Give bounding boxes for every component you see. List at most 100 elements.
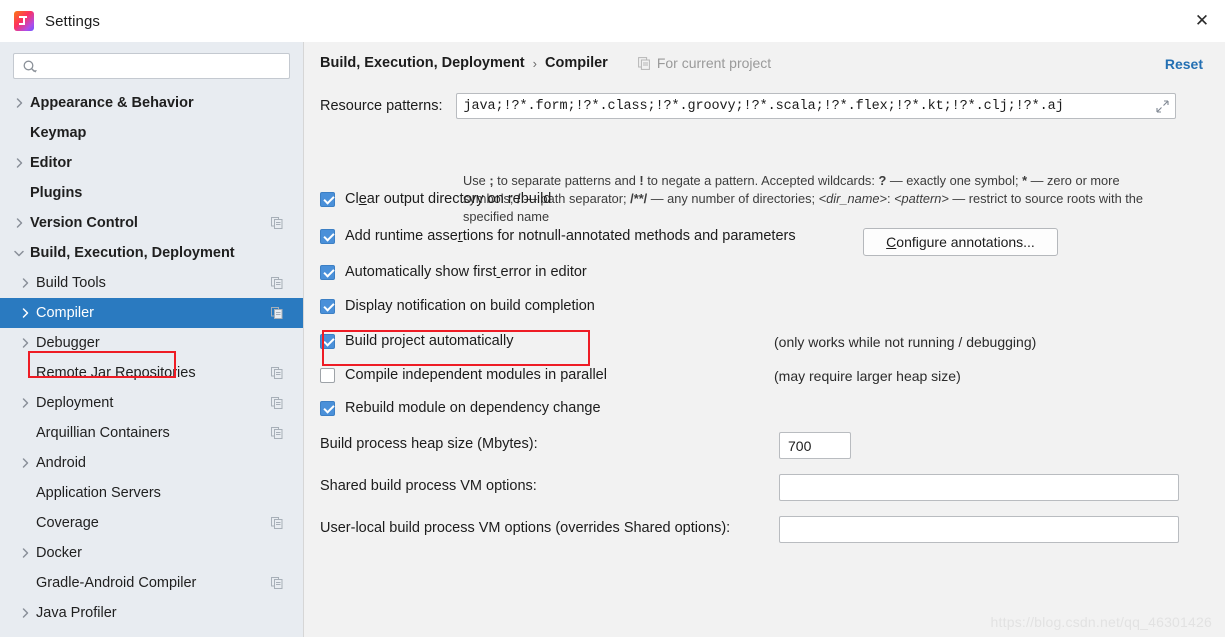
- help-seg: — any number of directories;: [647, 191, 819, 207]
- sidebar-item-appearance-behavior[interactable]: Appearance & Behavior: [0, 88, 303, 118]
- field-label: Build process heap size (Mbytes):: [320, 436, 538, 452]
- chevron-right-icon[interactable]: [18, 276, 32, 290]
- sidebar-item-label: Deployment: [36, 394, 114, 411]
- sidebar-item-docker[interactable]: Docker: [0, 538, 303, 568]
- search-box[interactable]: [13, 53, 290, 79]
- sidebar-item-label: Build, Execution, Deployment: [30, 244, 235, 261]
- sidebar-item-label: Application Servers: [36, 484, 161, 501]
- chevron-right-icon[interactable]: [18, 456, 32, 470]
- checkbox-clear-output-directory-on-rebuild[interactable]: Clear output directory on rebuild: [320, 191, 551, 207]
- sidebar-item-editor[interactable]: Editor: [0, 148, 303, 178]
- project-scope-icon: [271, 427, 283, 439]
- help-seg: /**/: [630, 191, 648, 207]
- sidebar-item-label: Keymap: [30, 124, 87, 141]
- field-label: User-local build process VM options (ove…: [320, 520, 731, 536]
- sidebar-item-debugger[interactable]: Debugger: [0, 328, 303, 358]
- checkbox-display-notification-on-build-completion[interactable]: Display notification on build completion: [320, 298, 595, 314]
- sidebar-item-label: Android: [36, 454, 86, 471]
- sidebar-item-version-control[interactable]: Version Control: [0, 208, 303, 238]
- configure-annotations-label: onfigure annotations...: [896, 234, 1035, 250]
- checkbox-label: Automatically show first error in editor: [345, 264, 587, 280]
- help-seg: — exactly one symbol;: [886, 173, 1023, 188]
- sidebar-item-label: Java Profiler: [36, 604, 117, 621]
- checkbox-automatically-show-first-error-in-editor[interactable]: Automatically show first error in editor: [320, 264, 587, 280]
- sidebar-item-label: Coverage: [36, 514, 99, 531]
- input-shared-build-process-vm-options[interactable]: [779, 474, 1179, 501]
- chevron-right-icon[interactable]: [18, 546, 32, 560]
- sidebar-item-coverage[interactable]: Coverage: [0, 508, 303, 538]
- sidebar-item-java-profiler[interactable]: Java Profiler: [0, 598, 303, 628]
- sidebar-item-label: Build Tools: [36, 274, 106, 291]
- help-seg: :: [886, 191, 895, 207]
- chevron-right-icon[interactable]: [18, 306, 32, 320]
- checkbox-checked-icon[interactable]: [320, 298, 335, 314]
- sidebar-item-remote-jar-repositories[interactable]: Remote Jar Repositories: [0, 358, 303, 388]
- checkbox-add-runtime-assertions-for-notnull-annotated-methods-and-parameters[interactable]: Add runtime assertions for notnull-annot…: [320, 228, 796, 244]
- sidebar-item-gradle-android-compiler[interactable]: Gradle-Android Compiler: [0, 568, 303, 598]
- project-scope-icon: [637, 56, 651, 70]
- sidebar-item-build-execution-deployment[interactable]: Build, Execution, Deployment: [0, 238, 303, 268]
- chevron-right-icon[interactable]: [12, 96, 26, 110]
- title-bar: Settings ✕: [0, 0, 1225, 42]
- sidebar-item-label: Remote Jar Repositories: [36, 364, 196, 381]
- close-icon[interactable]: ✕: [1179, 0, 1225, 42]
- resource-patterns-help: Use ; to separate patterns and ! to nega…: [463, 172, 1163, 226]
- checkbox-label: Display notification on build completion: [345, 298, 595, 314]
- project-scope-icon: [271, 307, 283, 319]
- sidebar-item-label: Version Control: [30, 214, 138, 231]
- chevron-right-icon[interactable]: [18, 336, 32, 350]
- project-scope-icon: [271, 277, 283, 289]
- sidebar-item-deployment[interactable]: Deployment: [0, 388, 303, 418]
- chevron-right-icon[interactable]: [12, 216, 26, 230]
- sidebar-item-label: Arquillian Containers: [36, 424, 170, 441]
- scope-note: For current project: [637, 55, 772, 71]
- sidebar-item-application-servers[interactable]: Application Servers: [0, 478, 303, 508]
- checkbox-label: Compile independent modules in parallel: [345, 367, 607, 383]
- sidebar-item-label: Gradle-Android Compiler: [36, 574, 197, 591]
- sidebar-item-compiler[interactable]: Compiler: [0, 298, 303, 328]
- checkbox-checked-icon[interactable]: [320, 264, 335, 280]
- chevron-right-icon[interactable]: [18, 606, 32, 620]
- help-seg: <dir_name>: [818, 191, 887, 207]
- resource-patterns-field[interactable]: [455, 93, 1176, 119]
- sidebar-item-plugins[interactable]: Plugins: [0, 178, 303, 208]
- sidebar-item-arquillian-containers[interactable]: Arquillian Containers: [0, 418, 303, 448]
- checkbox-build-project-automatically[interactable]: Build project automatically: [320, 333, 513, 349]
- project-scope-icon: [271, 367, 283, 379]
- checkbox-checked-icon[interactable]: [320, 333, 335, 349]
- watermark: https://blog.csdn.net/qq_46301426: [990, 614, 1212, 630]
- scope-note-label: For current project: [656, 55, 772, 71]
- sidebar-item-android[interactable]: Android: [0, 448, 303, 478]
- checkbox-checked-icon[interactable]: [320, 400, 335, 416]
- project-scope-icon: [271, 577, 283, 589]
- sidebar-item-keymap[interactable]: Keymap: [0, 118, 303, 148]
- hint-build-project-automatically: (only works while not running / debuggin…: [774, 334, 1037, 350]
- expand-field-icon[interactable]: [1155, 100, 1169, 113]
- compiler-settings-pane: Build, Execution, Deployment › Compiler …: [304, 42, 1225, 637]
- chevron-right-icon[interactable]: [18, 396, 32, 410]
- project-scope-icon: [271, 517, 283, 529]
- checkbox-checked-icon[interactable]: [320, 228, 335, 244]
- chevron-right-icon[interactable]: [12, 156, 26, 170]
- sidebar-item-build-tools[interactable]: Build Tools: [0, 268, 303, 298]
- checkbox-label: Add runtime assertions for notnull-annot…: [345, 228, 796, 244]
- chevron-down-icon[interactable]: [12, 246, 26, 260]
- input-user-local-build-process-vm-options-overrides-shared-options[interactable]: [779, 516, 1179, 543]
- checkbox-rebuild-module-on-dependency-change[interactable]: Rebuild module on dependency change: [320, 400, 601, 416]
- search-input[interactable]: [38, 55, 289, 77]
- search-wrap: [0, 42, 303, 79]
- checkbox-unchecked-icon[interactable]: [320, 367, 335, 383]
- sidebar-item-label: Compiler: [36, 304, 95, 321]
- breadcrumb-current: Compiler: [544, 55, 608, 71]
- settings-sidebar: Appearance & Behavior Keymap Editor Plugins…: [0, 42, 303, 637]
- resource-patterns-row: Resource patterns:: [320, 93, 1176, 119]
- sidebar-item-label: Editor: [30, 154, 72, 171]
- intellij-idea-icon: [14, 11, 34, 31]
- configure-annotations-button[interactable]: Configure annotations...: [863, 228, 1058, 256]
- resource-patterns-input[interactable]: [456, 95, 1147, 117]
- reset-link[interactable]: Reset: [1165, 56, 1203, 72]
- checkbox-checked-icon[interactable]: [320, 191, 335, 207]
- input-build-process-heap-size-mbytes[interactable]: [779, 432, 851, 459]
- breadcrumb-parent[interactable]: Build, Execution, Deployment: [320, 55, 525, 71]
- checkbox-compile-independent-modules-in-parallel[interactable]: Compile independent modules in parallel: [320, 367, 607, 383]
